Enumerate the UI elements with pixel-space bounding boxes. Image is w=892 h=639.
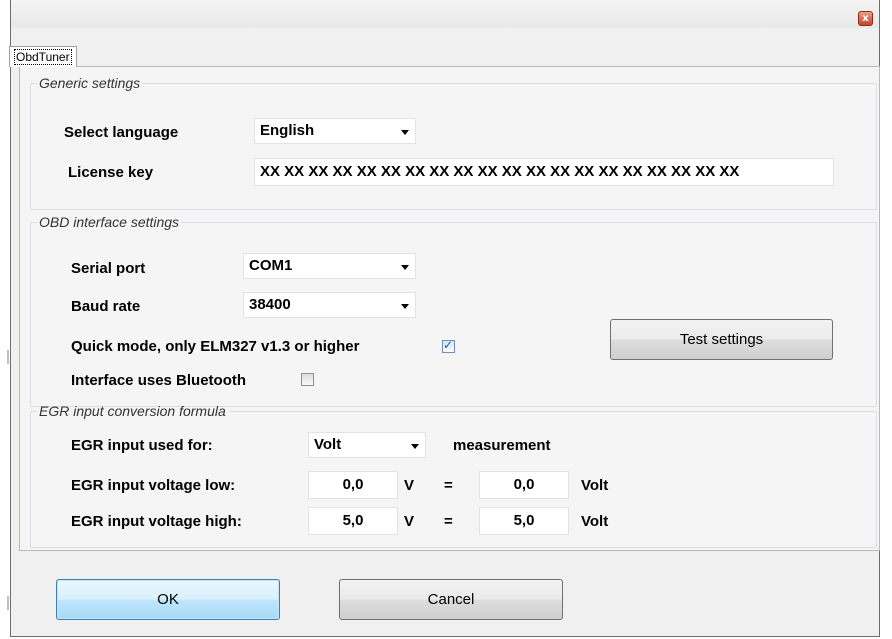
close-icon: x: [862, 13, 869, 24]
chevron-down-icon: [401, 304, 409, 309]
egr-used-for-label: EGR input used for:: [71, 437, 213, 454]
chevron-down-icon: [401, 265, 409, 270]
egr-low-output-field[interactable]: 0,0: [479, 471, 569, 499]
high-unit-volt: Volt: [581, 513, 609, 530]
language-select[interactable]: English: [254, 118, 416, 144]
quick-mode-label: Quick mode, only ELM327 v1.3 or higher: [71, 338, 360, 355]
high-unit-v: V: [404, 513, 415, 530]
cancel-button[interactable]: Cancel: [339, 579, 563, 620]
egr-used-for-select[interactable]: Volt: [308, 432, 426, 458]
language-select-value: English: [260, 122, 315, 139]
license-key-input[interactable]: XX XX XX XX XX XX XX XX XX XX XX XX XX X…: [254, 158, 834, 186]
egr-used-for-value: Volt: [314, 436, 342, 453]
egr-low-input-field[interactable]: 0,0: [308, 471, 398, 499]
egr-high-output-field[interactable]: 5,0: [479, 507, 569, 535]
left-edge-mark: [7, 596, 9, 610]
bluetooth-checkbox[interactable]: [301, 373, 314, 386]
chevron-down-icon: [411, 444, 419, 449]
serial-port-select[interactable]: COM1: [243, 253, 416, 279]
measurement-label: measurement: [453, 437, 551, 454]
serial-port-label: Serial port: [71, 260, 146, 277]
quick-mode-checkbox[interactable]: ✓: [442, 338, 455, 353]
select-language-label: Select language: [64, 124, 179, 141]
serial-port-value: COM1: [249, 257, 293, 274]
generic-settings-group: Generic settings: [30, 75, 877, 210]
baud-rate-label: Baud rate: [71, 298, 141, 315]
test-settings-button[interactable]: Test settings: [610, 319, 833, 360]
generic-settings-title: Generic settings: [39, 75, 141, 91]
egr-high-input-field[interactable]: 5,0: [308, 507, 398, 535]
baud-rate-value: 38400: [249, 296, 291, 313]
high-equals: =: [444, 513, 453, 530]
low-unit-volt: Volt: [581, 477, 609, 494]
egr-voltage-high-label: EGR input voltage high:: [71, 513, 242, 530]
obd-settings-title: OBD interface settings: [39, 214, 180, 230]
left-edge-mark: [7, 350, 9, 364]
checkmark-icon: ✓: [443, 338, 454, 352]
tab-obdtuner-label: ObdTuner: [14, 49, 72, 65]
license-key-label: License key: [68, 164, 154, 181]
chevron-down-icon: [401, 130, 409, 135]
egr-formula-title: EGR input conversion formula: [39, 403, 226, 419]
tab-obdtuner[interactable]: ObdTuner: [9, 46, 77, 67]
low-unit-v: V: [404, 477, 415, 494]
ok-button[interactable]: OK: [56, 579, 280, 620]
title-bar: x: [11, 0, 879, 28]
low-equals: =: [444, 477, 453, 494]
bluetooth-label: Interface uses Bluetooth: [71, 372, 247, 389]
baud-rate-select[interactable]: 38400: [243, 292, 416, 318]
egr-voltage-low-label: EGR input voltage low:: [71, 477, 236, 494]
close-button[interactable]: x: [858, 11, 873, 26]
